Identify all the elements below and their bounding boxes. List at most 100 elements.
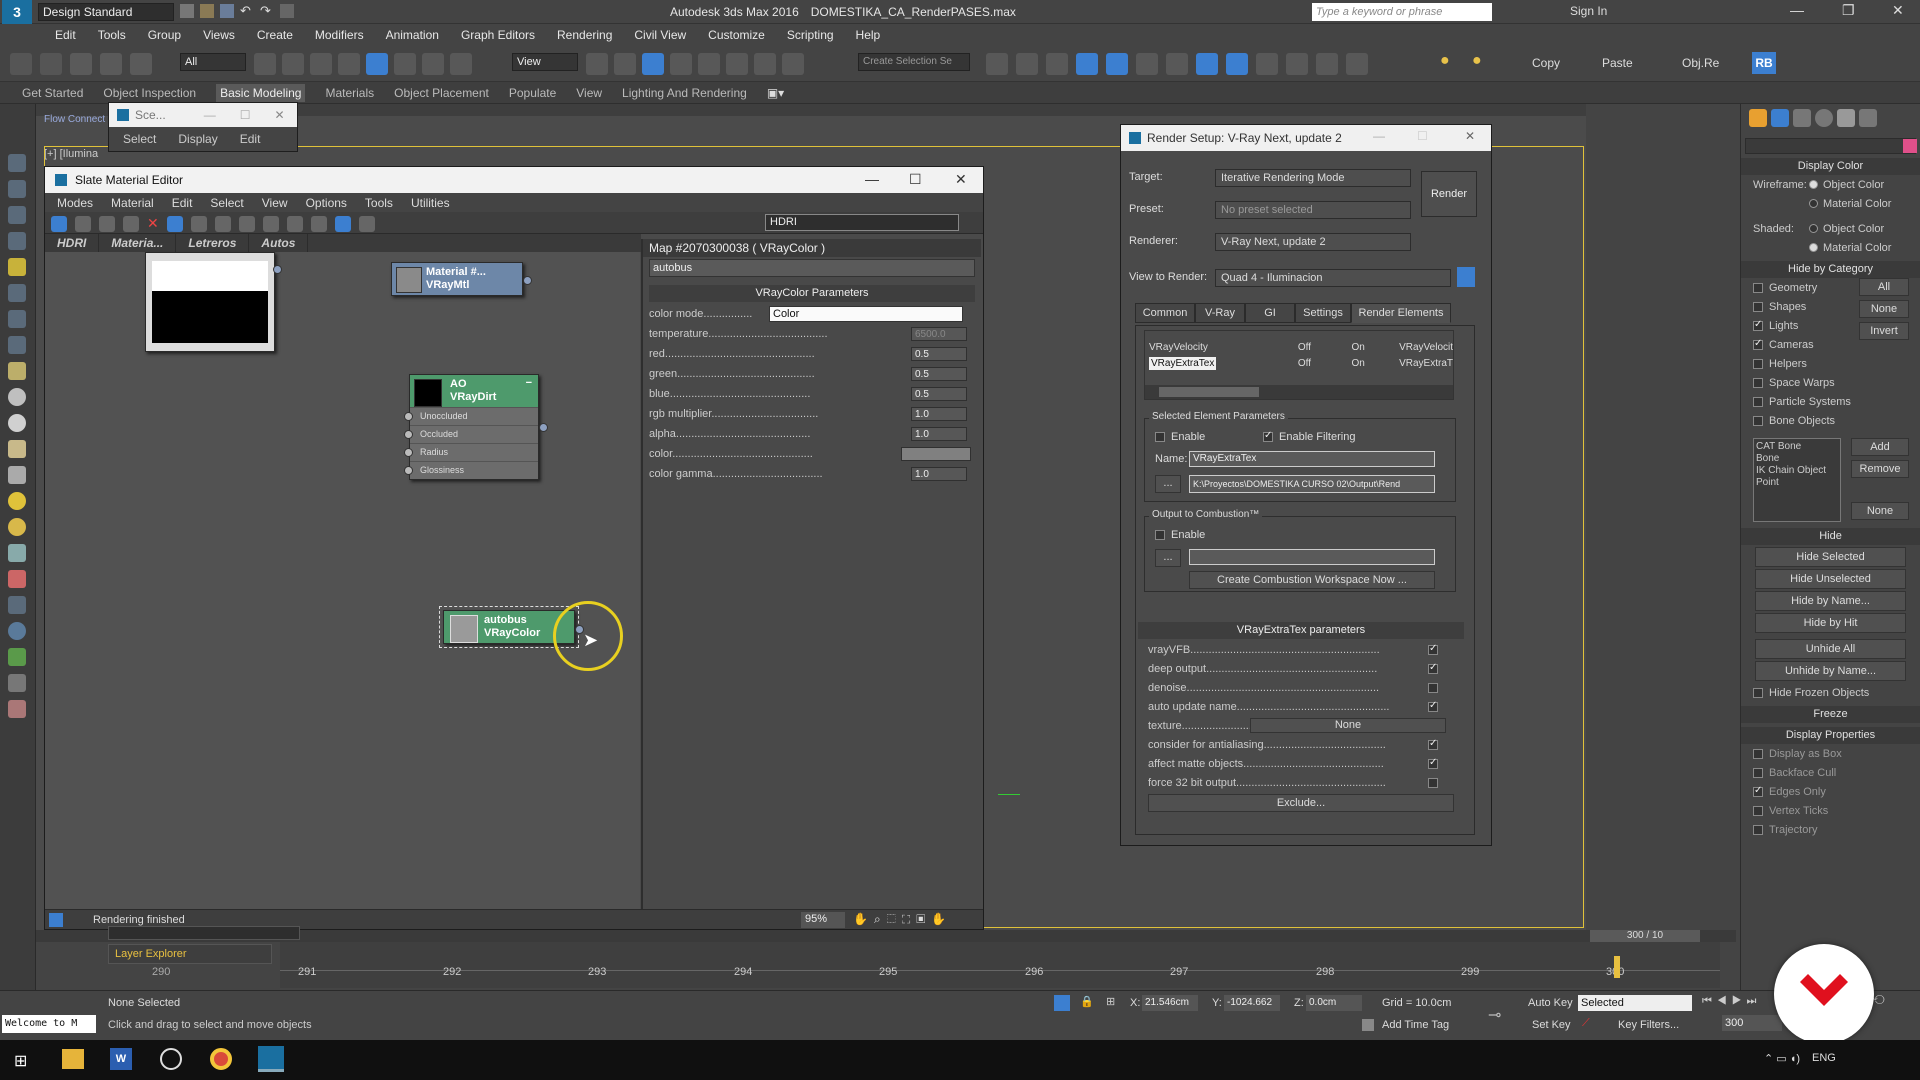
tray-icons[interactable]: ⌃ ▭ ◖) xyxy=(1764,1052,1800,1065)
node-vraymtl[interactable]: Material #... VRayMtl xyxy=(391,262,532,296)
shaded-object-color-radio[interactable] xyxy=(1809,224,1818,233)
media-player-icon[interactable] xyxy=(160,1048,182,1070)
renderer-dropdown[interactable]: V-Ray Next, update 2 xyxy=(1215,233,1411,251)
menu-animation[interactable]: Animation xyxy=(386,28,439,42)
view-tab-hdri[interactable]: HDRI xyxy=(45,234,100,252)
rollout-display-color[interactable]: Display Color xyxy=(1741,158,1920,175)
blue-spinner[interactable]: 0.5 xyxy=(911,387,967,401)
navigator-icon[interactable] xyxy=(49,913,63,927)
plant-icon[interactable] xyxy=(8,648,26,666)
minimize-icon[interactable]: — xyxy=(204,108,216,122)
z-coordinate-field[interactable]: 0.0cm xyxy=(1306,995,1362,1011)
close-icon[interactable]: ✕ xyxy=(1892,2,1904,19)
view-to-render-dropdown[interactable]: Quad 4 - Iluminacion xyxy=(1215,269,1451,287)
scale-icon[interactable] xyxy=(422,53,444,75)
window-crossing-icon[interactable] xyxy=(338,53,360,75)
undo-icon[interactable] xyxy=(10,53,32,75)
enable-checkbox[interactable]: Enable xyxy=(1155,431,1205,443)
layout-children-icon[interactable] xyxy=(286,215,303,232)
utilities-tab-icon[interactable] xyxy=(1859,109,1877,127)
x-coordinate-field[interactable]: 21.546cm xyxy=(1142,995,1198,1011)
render-production-icon[interactable] xyxy=(1286,53,1308,75)
category-bone-objects[interactable]: Bone Objects xyxy=(1741,411,1920,430)
percent-snap-icon[interactable] xyxy=(726,53,748,75)
minimize-icon[interactable]: — xyxy=(1373,129,1385,143)
wireframe-material-color-radio[interactable] xyxy=(1809,199,1818,208)
rollout-freeze[interactable]: Freeze xyxy=(1741,706,1920,723)
select-object-icon[interactable] xyxy=(254,53,276,75)
project-folder-icon[interactable] xyxy=(280,4,294,18)
output-socket[interactable] xyxy=(273,265,282,274)
playback-controls[interactable]: ⏮◀▶⏭ xyxy=(1702,995,1761,1008)
freeform-icon[interactable] xyxy=(8,180,26,198)
category-helpers[interactable]: Helpers xyxy=(1741,354,1920,373)
light-icon[interactable] xyxy=(8,258,26,276)
edges-only-checkbox[interactable]: Edges Only xyxy=(1741,782,1920,801)
graphite-tool-icon[interactable] xyxy=(8,154,26,172)
scene-explorer-icon[interactable] xyxy=(1076,53,1098,75)
material-map-browser-icon[interactable] xyxy=(310,215,327,232)
view-nav-icons[interactable]: ✋⌕⬚⛶▣✋ xyxy=(853,912,952,927)
hide-frozen-checkbox[interactable]: Hide Frozen Objects xyxy=(1741,683,1920,702)
collapse-icon[interactable]: − xyxy=(526,377,532,390)
maxscript-listener[interactable]: Welcome to M xyxy=(2,1015,96,1033)
rendered-frame-window-icon[interactable] xyxy=(1256,53,1278,75)
rollout-display-properties[interactable]: Display Properties xyxy=(1741,727,1920,744)
tab-render-elements[interactable]: Render Elements xyxy=(1351,303,1451,323)
slate-menu-tools[interactable]: Tools xyxy=(365,196,393,210)
angle-snap-icon[interactable] xyxy=(698,53,720,75)
list-item[interactable]: CAT Bone xyxy=(1756,441,1838,453)
helper-icon[interactable] xyxy=(8,310,26,328)
tab-settings[interactable]: Settings xyxy=(1295,303,1351,323)
isolate-icon[interactable] xyxy=(1054,995,1070,1011)
layer-explorer-dropdown[interactable]: Layer Explorer xyxy=(108,944,272,964)
vrayvfb-checkbox[interactable] xyxy=(1428,643,1438,655)
delete-icon[interactable]: ✕ xyxy=(147,215,159,232)
absolute-mode-icon[interactable]: ⊞ xyxy=(1106,995,1115,1008)
output-socket[interactable] xyxy=(539,423,548,432)
sky-icon[interactable] xyxy=(8,518,26,536)
object-paint-icon[interactable] xyxy=(8,232,26,250)
partial-node[interactable] xyxy=(145,252,282,352)
show-map-icon[interactable] xyxy=(214,215,231,232)
app-logo-icon[interactable]: 3 xyxy=(2,0,32,24)
put-to-scene-icon[interactable] xyxy=(99,215,115,232)
workspace-selector[interactable]: Design Standard xyxy=(38,3,174,21)
redo-icon[interactable] xyxy=(40,53,62,75)
list-item[interactable]: VRayVelocity Off On VRayVelocit xyxy=(1145,339,1453,355)
menu-graph-editors[interactable]: Graph Editors xyxy=(461,28,535,42)
unlink-icon[interactable] xyxy=(100,53,122,75)
scene-menu-edit[interactable]: Edit xyxy=(240,132,261,146)
track-bar[interactable]: 290 291 292 293 294 295 296 297 298 299 … xyxy=(152,942,1720,988)
set-key-button[interactable]: Set Key xyxy=(1532,1019,1571,1031)
display-tab-icon[interactable] xyxy=(1837,109,1855,127)
render-setup-titlebar[interactable]: Render Setup: V-Ray Next, update 2 — ☐ ✕ xyxy=(1121,125,1491,151)
flow-connect-label[interactable]: Flow Connect xyxy=(44,114,105,125)
unhide-all-button[interactable]: Unhide All xyxy=(1755,639,1906,659)
category-space-warps[interactable]: Space Warps xyxy=(1741,373,1920,392)
close-icon[interactable]: ✕ xyxy=(955,171,967,188)
ribbon-options-icon[interactable]: ▣▾ xyxy=(767,86,784,100)
close-icon[interactable]: ✕ xyxy=(1465,129,1475,143)
horizontal-scrollbar[interactable] xyxy=(1145,385,1453,399)
output-socket[interactable] xyxy=(523,276,532,285)
schematic-view-icon[interactable] xyxy=(1166,53,1188,75)
maximize-icon[interactable]: ☐ xyxy=(240,108,251,122)
output-path-field[interactable]: K:\Proyectos\DOMESTIKA CURSO 02\Output\R… xyxy=(1189,475,1435,493)
map-name-field[interactable]: autobus xyxy=(649,259,975,277)
slot-radius[interactable]: Radius xyxy=(404,443,538,461)
restore-icon[interactable]: ❐ xyxy=(1842,2,1855,19)
filter-list[interactable]: CAT Bone Bone IK Chain Object Point xyxy=(1753,438,1841,522)
search-input[interactable]: Type a keyword or phrase xyxy=(1312,3,1492,21)
list-item[interactable]: Bone xyxy=(1756,453,1838,465)
place-icon[interactable] xyxy=(450,53,472,75)
backface-cull-checkbox[interactable]: Backface Cull xyxy=(1741,763,1920,782)
link-icon[interactable] xyxy=(70,53,92,75)
geosphere-icon[interactable] xyxy=(8,414,26,432)
alpha-spinner[interactable]: 1.0 xyxy=(911,427,967,441)
hide-selected-button[interactable]: Hide Selected xyxy=(1755,547,1906,567)
slate-menu-options[interactable]: Options xyxy=(306,196,347,210)
denoise-checkbox[interactable] xyxy=(1428,682,1438,693)
menu-views[interactable]: Views xyxy=(203,28,235,42)
material-editor-icon[interactable] xyxy=(1196,53,1218,75)
